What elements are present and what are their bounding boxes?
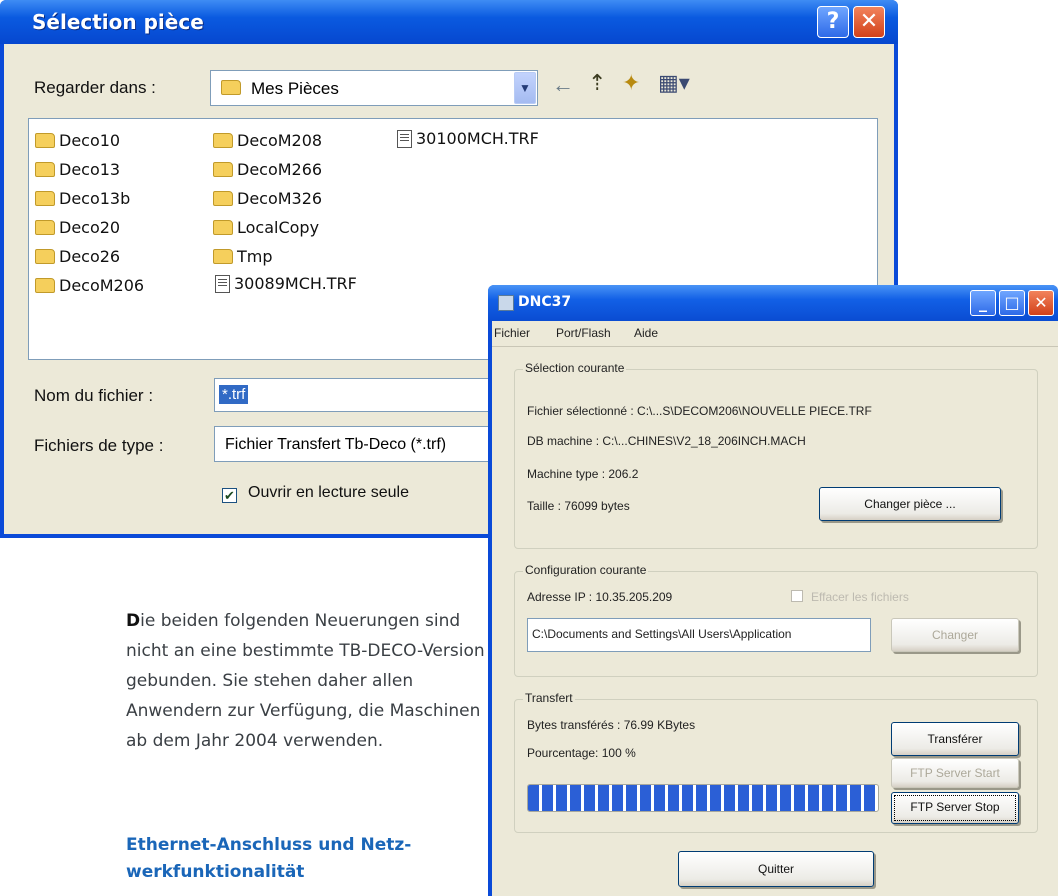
list-item[interactable]: DecoM206: [35, 276, 144, 295]
current-config-group: Configuration courante Adresse IP : 10.3…: [514, 563, 1038, 677]
trf-file-icon: [215, 274, 230, 293]
db-machine-text: DB machine : C:\...CHINES\V2_18_206INCH.…: [527, 434, 806, 448]
folder-icon: [35, 220, 55, 235]
look-in-value: Mes Pièces: [251, 79, 339, 98]
list-item[interactable]: 30089MCH.TRF: [215, 274, 357, 293]
quit-button[interactable]: Quitter: [678, 851, 874, 887]
window-titlebar[interactable]: DNC37 _ □ ✕: [488, 285, 1058, 321]
folder-icon: [35, 162, 55, 177]
machine-type-text: Machine type : 206.2: [527, 467, 639, 481]
window-title: DNC37: [518, 294, 572, 310]
folder-icon: [213, 191, 233, 206]
percentage-text: Pourcentage: 100 %: [527, 746, 636, 760]
filetype-label: Fichiers de type :: [34, 436, 164, 455]
help-button[interactable]: ?: [817, 6, 849, 38]
progress-fill: [528, 785, 878, 811]
article-heading: Ethernet-Anschluss und Netz-werkfunktion…: [126, 835, 412, 882]
dialog-title: Sélection pièce: [32, 10, 204, 34]
folder-icon: [213, 162, 233, 177]
folder-icon: [213, 220, 233, 235]
list-item[interactable]: Deco20: [35, 218, 120, 237]
up-folder-icon[interactable]: ⇡: [588, 70, 606, 96]
menu-bar: Fichier Port/Flash Aide: [492, 321, 1058, 347]
menu-fichier[interactable]: Fichier: [494, 326, 530, 340]
ftp-start-button[interactable]: FTP Server Start: [891, 758, 1019, 788]
folder-icon: [213, 249, 233, 264]
list-item[interactable]: Deco13b: [35, 189, 130, 208]
folder-icon: [221, 80, 241, 95]
transfer-group: Transfert Bytes transférés : 76.99 KByte…: [514, 691, 1038, 833]
filetype-select[interactable]: Fichier Transfert Tb-Deco (*.trf): [214, 426, 514, 462]
config-path-field[interactable]: C:\Documents and Settings\All Users\Appl…: [527, 618, 871, 652]
back-arrow-icon[interactable]: ←: [552, 72, 574, 98]
transfer-progress-bar: [527, 784, 879, 812]
ftp-stop-button[interactable]: FTP Server Stop: [891, 792, 1019, 824]
list-item[interactable]: Tmp: [213, 247, 273, 266]
list-item[interactable]: Deco13: [35, 160, 120, 179]
article-paragraph: Die beiden folgenden Neuerungen sind nic…: [126, 606, 488, 756]
app-icon: [498, 295, 514, 311]
list-item[interactable]: Deco10: [35, 131, 120, 150]
window-body: Fichier Port/Flash Aide Sélection couran…: [492, 321, 1058, 896]
folder-icon: [35, 133, 55, 148]
close-button[interactable]: ✕: [1028, 290, 1054, 316]
group-title: Transfert: [523, 691, 575, 705]
current-selection-group: Sélection courante Fichier sélectionné :…: [514, 361, 1038, 549]
list-item[interactable]: DecoM326: [213, 189, 322, 208]
list-item[interactable]: DecoM266: [213, 160, 322, 179]
new-folder-icon[interactable]: ✦: [622, 70, 640, 96]
close-button[interactable]: ✕: [853, 6, 885, 38]
look-in-combo[interactable]: Mes Pièces ▼: [210, 70, 538, 106]
change-config-button[interactable]: Changer: [891, 618, 1019, 652]
clear-files-checkbox[interactable]: [791, 590, 803, 602]
readonly-label: Ouvrir en lecture seule: [248, 484, 409, 501]
list-item[interactable]: LocalCopy: [213, 218, 319, 237]
list-item[interactable]: Deco26: [35, 247, 120, 266]
selected-file-text: Fichier sélectionné : C:\...S\DECOM206\N…: [527, 404, 872, 418]
clear-files-label: Effacer les fichiers: [811, 590, 909, 604]
dialog-titlebar[interactable]: Sélection pièce ? ✕: [0, 0, 898, 44]
transfer-button[interactable]: Transférer: [891, 722, 1019, 756]
menu-aide[interactable]: Aide: [634, 326, 658, 340]
filename-input[interactable]: *.trf: [214, 378, 504, 412]
folder-icon: [35, 249, 55, 264]
chevron-down-icon[interactable]: ▼: [514, 72, 536, 104]
lead-letter: D: [126, 611, 141, 631]
bytes-transferred-text: Bytes transférés : 76.99 KBytes: [527, 718, 696, 732]
paragraph-text: ie beiden folgenden Neuerungen sind nich…: [126, 611, 485, 751]
size-text: Taille : 76099 bytes: [527, 499, 630, 513]
folder-icon: [213, 133, 233, 148]
menu-port-flash[interactable]: Port/Flash: [556, 326, 611, 340]
group-title: Configuration courante: [523, 563, 649, 577]
folder-icon: [35, 278, 55, 293]
filename-value: *.trf: [219, 385, 249, 404]
filetype-value: Fichier Transfert Tb-Deco (*.trf): [225, 436, 447, 453]
list-item[interactable]: DecoM208: [213, 131, 322, 150]
group-title: Sélection courante: [523, 361, 627, 375]
filename-label: Nom du fichier :: [34, 386, 154, 405]
maximize-button[interactable]: □: [999, 290, 1025, 316]
folder-icon: [35, 191, 55, 206]
readonly-checkbox[interactable]: ✔: [222, 488, 237, 503]
list-item[interactable]: 30100MCH.TRF: [397, 129, 539, 148]
trf-file-icon: [397, 129, 412, 148]
ip-address-text: Adresse IP : 10.35.205.209: [527, 590, 673, 604]
look-in-label: Regarder dans :: [34, 78, 156, 97]
dnc-window: DNC37 _ □ ✕ Fichier Port/Flash Aide Séle…: [488, 285, 1058, 896]
minimize-button[interactable]: _: [970, 290, 996, 316]
change-part-button[interactable]: Changer pièce ...: [819, 487, 1001, 521]
view-menu-icon[interactable]: ▦▾: [658, 70, 690, 96]
